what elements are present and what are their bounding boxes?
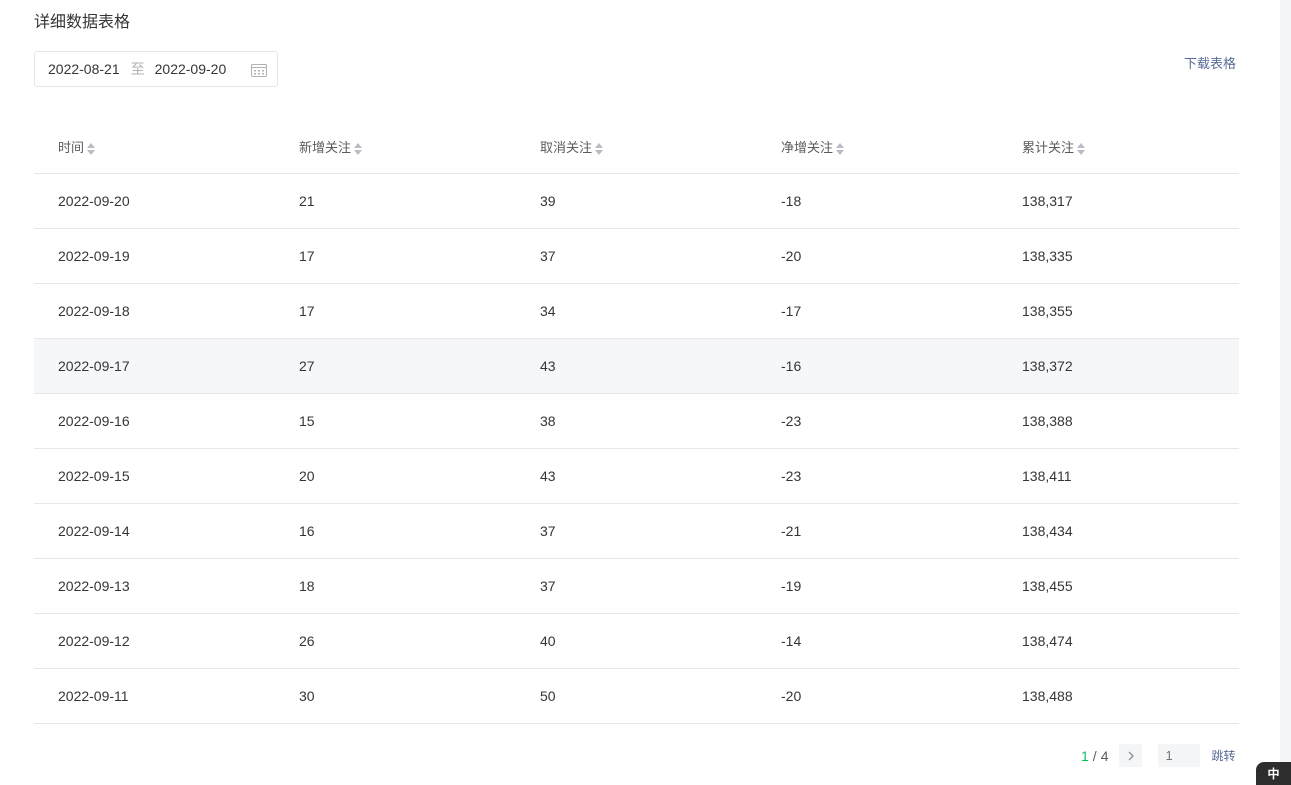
table-row: 2022-09-20 21 39 -18 138,317 (34, 173, 1239, 229)
cell-date: 2022-09-14 (34, 503, 275, 559)
cell-new: 30 (275, 668, 516, 724)
cell-total: 138,372 (998, 338, 1239, 394)
cell-net: -14 (757, 613, 998, 669)
cell-date: 2022-09-17 (34, 338, 275, 394)
cell-new: 27 (275, 338, 516, 394)
column-header-time[interactable]: 时间 (34, 120, 275, 174)
cell-unfollow: 34 (516, 283, 757, 339)
cell-net: -23 (757, 448, 998, 504)
cell-date: 2022-09-11 (34, 668, 275, 724)
cell-net: -16 (757, 338, 998, 394)
table-row: 2022-09-14 16 37 -21 138,434 (34, 503, 1239, 559)
pagination: 1 / 4 跳转 (1081, 744, 1236, 767)
column-header-unfollows[interactable]: 取消关注 (516, 120, 757, 174)
table-row: 2022-09-12 26 40 -14 138,474 (34, 613, 1239, 669)
total-pages: 4 (1100, 747, 1109, 764)
cell-total: 138,317 (998, 173, 1239, 229)
column-header-label: 净增关注 (781, 140, 834, 155)
cell-unfollow: 37 (516, 558, 757, 614)
download-table-link[interactable]: 下载表格 (1184, 53, 1236, 72)
cell-new: 21 (275, 173, 516, 229)
sort-icon[interactable] (595, 142, 604, 156)
table-row: 2022-09-18 17 34 -17 138,355 (34, 283, 1239, 339)
cell-new: 16 (275, 503, 516, 559)
cell-total: 138,388 (998, 393, 1239, 449)
date-range-picker[interactable]: 2022-08-21 至 2022-09-20 (34, 51, 278, 87)
data-table: 时间 新增关注 取消关注 净增关注 累计关注 2022-09-20 21 39 -18… (34, 120, 1239, 724)
cell-unfollow: 43 (516, 448, 757, 504)
cell-unfollow: 43 (516, 338, 757, 394)
cell-date: 2022-09-19 (34, 228, 275, 284)
cell-total: 138,434 (998, 503, 1239, 559)
cell-net: -20 (757, 668, 998, 724)
date-separator: 至 (130, 61, 145, 77)
column-header-label: 累计关注 (1022, 140, 1075, 155)
sort-icon[interactable] (836, 142, 845, 156)
cell-date: 2022-09-15 (34, 448, 275, 504)
cell-net: -17 (757, 283, 998, 339)
cell-unfollow: 39 (516, 173, 757, 229)
cell-new: 15 (275, 393, 516, 449)
table-row: 2022-09-16 15 38 -23 138,388 (34, 393, 1239, 449)
cell-unfollow: 40 (516, 613, 757, 669)
sort-icon[interactable] (1077, 142, 1086, 156)
cell-net: -19 (757, 558, 998, 614)
column-header-label: 新增关注 (299, 140, 352, 155)
table-row: 2022-09-15 20 43 -23 138,411 (34, 448, 1239, 504)
date-start[interactable]: 2022-08-21 (48, 61, 120, 77)
chevron-right-icon (1128, 751, 1134, 760)
cell-date: 2022-09-20 (34, 173, 275, 229)
cell-new: 20 (275, 448, 516, 504)
cell-total: 138,355 (998, 283, 1239, 339)
column-header-total-follows[interactable]: 累计关注 (998, 120, 1239, 174)
cell-unfollow: 37 (516, 503, 757, 559)
cell-total: 138,335 (998, 228, 1239, 284)
cell-new: 17 (275, 283, 516, 339)
cell-net: -20 (757, 228, 998, 284)
date-end[interactable]: 2022-09-20 (155, 61, 227, 77)
cell-total: 138,474 (998, 613, 1239, 669)
cell-total: 138,455 (998, 558, 1239, 614)
cell-total: 138,488 (998, 668, 1239, 724)
cell-date: 2022-09-18 (34, 283, 275, 339)
cell-net: -21 (757, 503, 998, 559)
cell-unfollow: 38 (516, 393, 757, 449)
section-title: 详细数据表格 (34, 14, 131, 31)
cell-total: 138,411 (998, 448, 1239, 504)
cell-unfollow: 37 (516, 228, 757, 284)
cell-net: -18 (757, 173, 998, 229)
page-separator: / (1092, 747, 1097, 764)
column-header-net-follows[interactable]: 净增关注 (757, 120, 998, 174)
next-page-button[interactable] (1119, 744, 1143, 767)
ime-indicator[interactable]: 中 (1256, 762, 1291, 785)
cell-date: 2022-09-13 (34, 558, 275, 614)
calendar-icon[interactable] (251, 63, 267, 77)
cell-new: 17 (275, 228, 516, 284)
cell-unfollow: 50 (516, 668, 757, 724)
cell-date: 2022-09-16 (34, 393, 275, 449)
page-jump-input[interactable] (1158, 744, 1201, 767)
cell-net: -23 (757, 393, 998, 449)
vertical-scrollbar[interactable] (1280, 0, 1291, 785)
sort-icon[interactable] (87, 142, 96, 156)
table-row-highlighted: 2022-09-17 27 43 -16 138,372 (34, 338, 1239, 394)
table-row: 2022-09-11 30 50 -20 138,488 (34, 668, 1239, 724)
table-header-row: 时间 新增关注 取消关注 净增关注 累计关注 (34, 120, 1239, 174)
column-header-label: 时间 (58, 140, 85, 155)
sort-icon[interactable] (354, 142, 363, 156)
column-header-label: 取消关注 (540, 140, 593, 155)
column-header-new-follows[interactable]: 新增关注 (275, 120, 516, 174)
cell-date: 2022-09-12 (34, 613, 275, 669)
table-row: 2022-09-19 17 37 -20 138,335 (34, 228, 1239, 284)
jump-button[interactable]: 跳转 (1211, 747, 1235, 764)
cell-new: 26 (275, 613, 516, 669)
current-page: 1 (1081, 747, 1089, 764)
table-row: 2022-09-13 18 37 -19 138,455 (34, 558, 1239, 614)
cell-new: 18 (275, 558, 516, 614)
